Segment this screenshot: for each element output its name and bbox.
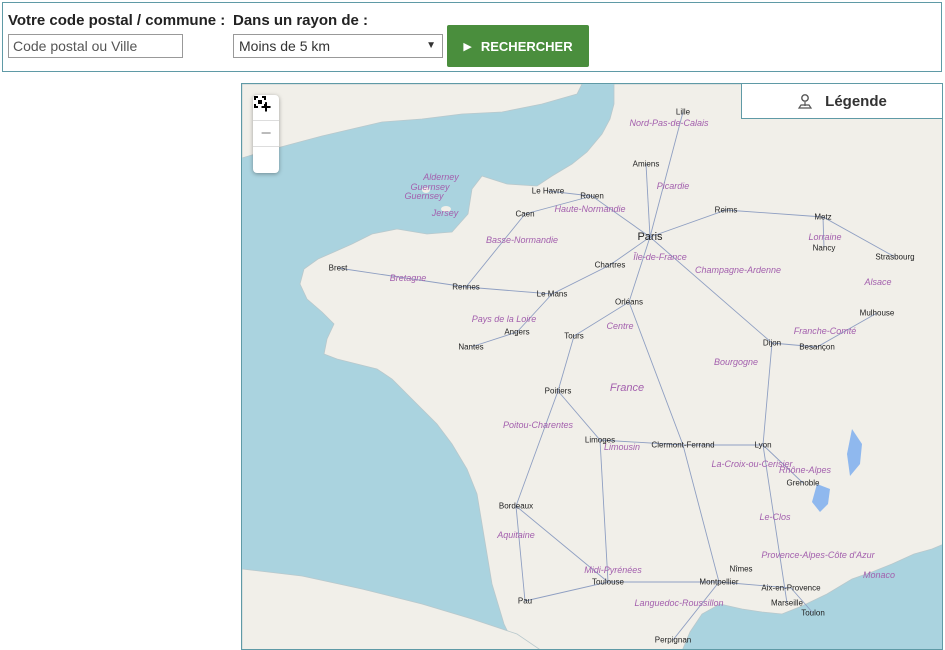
region-label: Alderney — [423, 172, 459, 182]
city-label: Brest — [328, 263, 348, 273]
region-label: Picardie — [656, 181, 690, 191]
city-label: Tours — [564, 331, 584, 341]
caret-down-icon: ▼ — [426, 40, 436, 51]
region-label: Franche-Comté — [793, 326, 857, 336]
region-label: Bretagne — [389, 273, 427, 283]
city-label: Grenoble — [786, 478, 820, 488]
postal-code-input[interactable] — [8, 34, 183, 58]
postal-label: Votre code postal / commune : — [8, 12, 226, 29]
city-label: Dijon — [762, 338, 782, 348]
city-label: Bordeaux — [498, 501, 534, 511]
region-label: Aquitaine — [497, 530, 535, 540]
region-label: Pays de la Loire — [471, 314, 537, 324]
city-label: Montpellier — [699, 577, 739, 587]
region-label: Bourgogne — [713, 357, 759, 367]
city-label: Mulhouse — [859, 308, 895, 318]
search-panel: Votre code postal / commune : Dans un ra… — [2, 2, 942, 72]
region-label: Lorraine — [808, 232, 842, 242]
region-label: Champagne-Ardenne — [694, 265, 782, 275]
zoom-out-button[interactable]: − — [253, 121, 279, 147]
city-label: Strasbourg — [875, 252, 915, 262]
search-button-label: RECHERCHER — [480, 38, 573, 54]
england-landmass — [242, 84, 583, 159]
map[interactable]: Lille Amiens Le Havre Rouen Reims Metz Caen Par… — [241, 83, 943, 650]
map-marker-icon — [798, 94, 813, 109]
region-label: Jersey — [431, 208, 459, 218]
region-label: Monaco — [862, 570, 896, 580]
city-label: Nancy — [812, 243, 836, 253]
city-label: Rennes — [452, 282, 480, 292]
city-label: Le Havre — [531, 186, 565, 196]
fullscreen-button[interactable] — [253, 96, 279, 173]
city-label: Aix-en-Provence — [761, 583, 821, 593]
region-label: Provence-Alpes-Côte d'Azur — [761, 550, 875, 560]
radius-select[interactable]: Moins de 5 km ▼ — [233, 34, 443, 58]
region-label: Le-Clos — [759, 512, 791, 522]
city-label: Angers — [504, 327, 530, 337]
region-label: Poitou-Charentes — [502, 420, 574, 430]
city-label: Reims — [714, 205, 738, 215]
city-label: Marseille — [770, 598, 804, 608]
city-label: Nantes — [458, 342, 484, 352]
city-label: Paris — [637, 231, 663, 243]
region-label: Haute-Normandie — [554, 204, 626, 214]
city-label: Lyon — [754, 440, 772, 450]
region-label: Centre — [606, 321, 634, 331]
city-label: Caen — [515, 209, 535, 219]
search-button[interactable]: ▶ RECHERCHER — [447, 25, 589, 67]
city-label: Pau — [517, 596, 533, 606]
region-label: Rhône-Alpes — [778, 465, 832, 475]
zoom-controls: + − — [253, 95, 279, 173]
city-label: Nîmes — [729, 564, 753, 574]
legend-button[interactable]: Légende — [741, 84, 942, 119]
region-label: France — [609, 382, 645, 394]
region-label: Languedoc-Roussillon — [634, 598, 724, 608]
city-label: Clermont-Ferrand — [651, 440, 715, 450]
fullscreen-icon — [254, 96, 266, 108]
city-label: Amiens — [632, 159, 660, 169]
region-label: Alsace — [864, 277, 892, 287]
city-label: Le Mans — [536, 289, 568, 299]
city-label: Orléans — [614, 297, 644, 307]
city-label: Perpignan — [654, 635, 692, 645]
city-label: Lille — [675, 107, 691, 117]
region-label: Basse-Normandie — [485, 235, 559, 245]
city-label: Poitiers — [544, 386, 572, 396]
legend-label: Légende — [825, 92, 887, 110]
region-label: Midi-Pyrénées — [584, 565, 642, 575]
radius-label: Dans un rayon de : — [233, 12, 369, 29]
play-icon: ▶ — [463, 40, 472, 53]
radius-selected-value: Moins de 5 km — [239, 38, 331, 54]
city-label: Chartres — [594, 260, 626, 270]
city-label: Metz — [814, 212, 832, 222]
region-label: Île-de-France — [633, 252, 687, 262]
region-label: Nord-Pas-de-Calais — [629, 118, 709, 128]
city-label: Besançon — [799, 342, 835, 352]
region-label: Guernsey — [404, 191, 444, 201]
city-label: Toulouse — [591, 577, 625, 587]
city-label: Toulon — [801, 608, 825, 618]
region-label: Limousin — [603, 442, 641, 452]
city-label: Rouen — [580, 191, 604, 201]
